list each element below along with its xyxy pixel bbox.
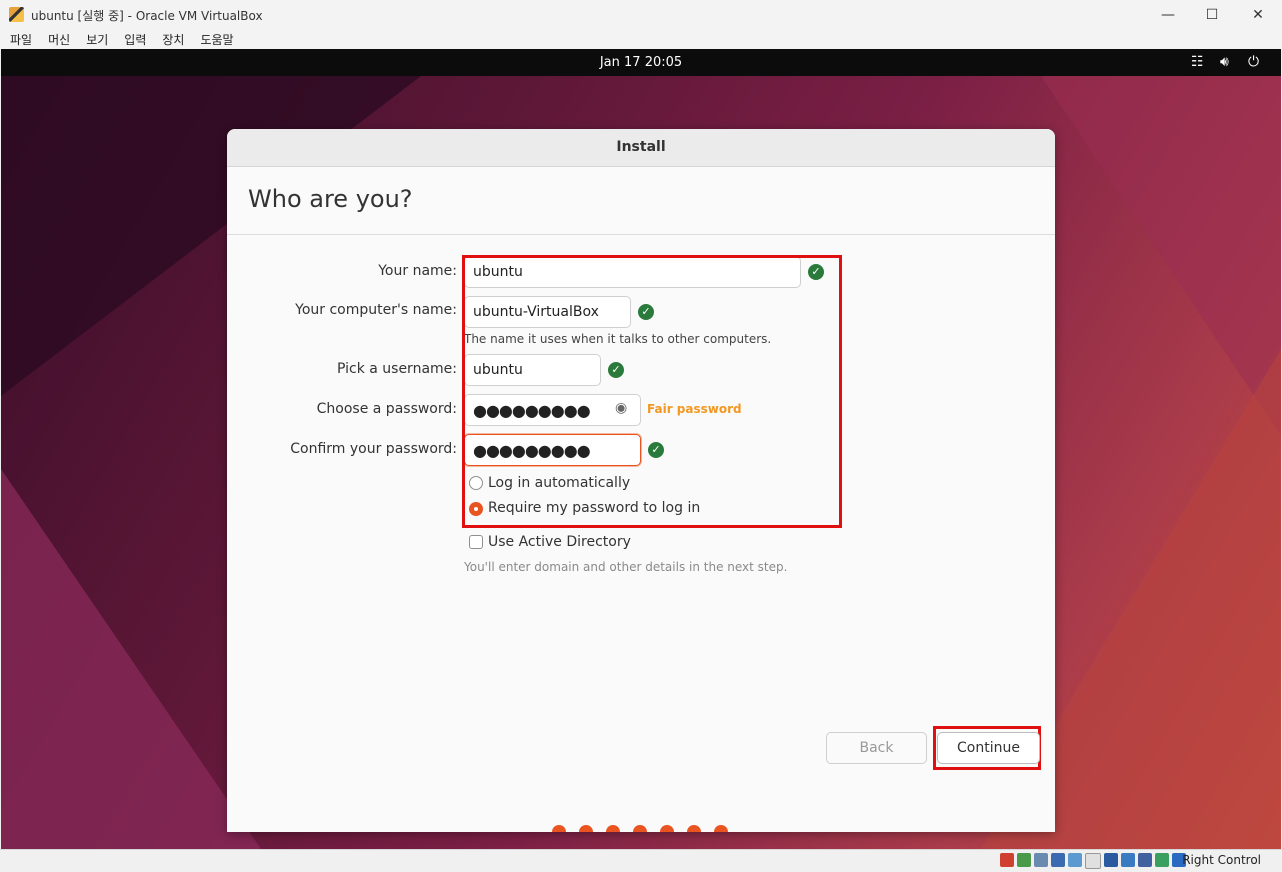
install-progress [552,825,741,832]
your-name-label: Your name: [378,263,457,279]
progress-dot [714,825,728,832]
menu-view[interactable]: 보기 [86,31,108,48]
recording-icon[interactable] [1121,853,1135,867]
clock[interactable]: Jan 17 20:05 [1,55,1281,70]
active-directory-checkbox[interactable] [469,535,483,549]
hard-disk-icon[interactable] [1000,853,1014,867]
window-title: ubuntu [실행 중] - Oracle VM VirtualBox [31,9,263,23]
continue-button[interactable]: Continue [937,732,1040,764]
volume-icon[interactable]: 🔊︎ [1220,54,1229,70]
power-icon[interactable]: ⏻ [1248,54,1259,70]
divider [227,234,1055,235]
dialog-header: Install [227,129,1055,167]
minimize-button[interactable]: — [1145,3,1191,27]
active-directory-hint: You'll enter domain and other details in… [464,560,788,574]
menu-file[interactable]: 파일 [10,31,32,48]
close-button[interactable]: ✕ [1235,3,1281,27]
usb-icon[interactable] [1068,853,1082,867]
progress-dot [687,825,701,832]
status-bar: Right Control [0,849,1282,872]
menu-machine[interactable]: 머신 [48,31,70,48]
back-button[interactable]: Back [826,732,927,764]
menu-bar: 파일 머신 보기 입력 장치 도움말 [0,30,1282,49]
installer-dialog: Install Who are you? Your name: ubuntu ✓… [227,129,1055,832]
menu-help[interactable]: 도움말 [200,31,233,48]
username-label: Pick a username: [336,361,457,377]
virtualbox-app-icon [9,7,24,22]
vm-display[interactable]: Jan 17 20:05 ☷ 🔊︎ ⏻ Install Who are you?… [1,49,1281,849]
guest-top-bar: Jan 17 20:05 ☷ 🔊︎ ⏻ [1,49,1281,76]
mouse-integration-icon[interactable] [1155,853,1169,867]
audio-icon[interactable] [1034,853,1048,867]
progress-dot [606,825,620,832]
computer-name-label: Your computer's name: [295,302,457,318]
network-adapter-icon[interactable] [1051,853,1065,867]
form-highlight-box [462,255,842,528]
menu-input[interactable]: 입력 [124,31,146,48]
maximize-button[interactable]: ☐ [1189,3,1235,27]
shared-folders-icon[interactable] [1085,853,1101,869]
host-key-label: Right Control [1182,853,1261,867]
virtualization-icon[interactable] [1138,853,1152,867]
password-label: Choose a password: [316,401,457,417]
menu-devices[interactable]: 장치 [162,31,184,48]
progress-dot [579,825,593,832]
progress-dot [552,825,566,832]
page-title: Who are you? [248,185,413,213]
active-directory-label[interactable]: Use Active Directory [488,534,631,550]
confirm-password-label: Confirm your password: [290,441,457,457]
status-icons [997,853,1186,869]
display-icon[interactable] [1104,853,1118,867]
optical-drive-icon[interactable] [1017,853,1031,867]
network-icon[interactable]: ☷ [1191,54,1204,70]
wallpaper-shape [1,469,261,849]
progress-dot [633,825,647,832]
progress-dot [660,825,674,832]
window-titlebar: ubuntu [실행 중] - Oracle VM VirtualBox — ☐… [0,0,1282,30]
